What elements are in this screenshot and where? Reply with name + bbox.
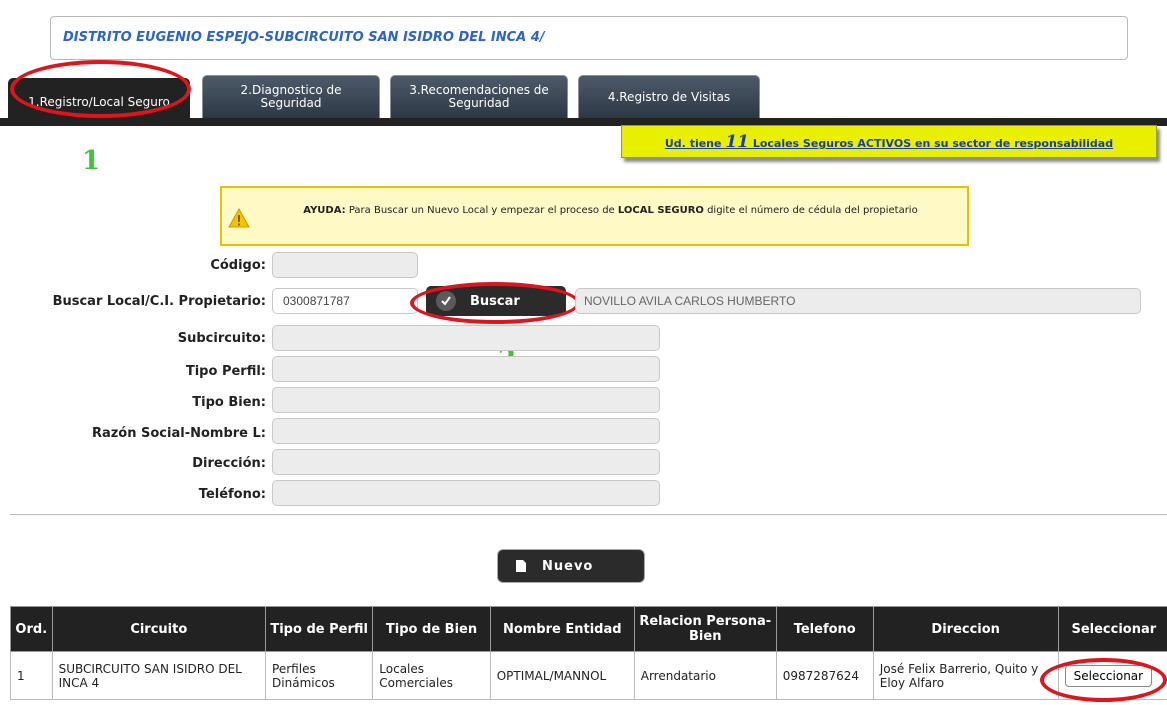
col-seleccionar: Seleccionar [1057, 606, 1167, 652]
direccion-field[interactable] [272, 449, 660, 475]
district-title: DISTRITO EUGENIO ESPEJO-SUBCIRCUITO SAN … [63, 30, 545, 45]
col-telefono: Telefono [775, 606, 874, 652]
tipo-bien-label: Tipo Bien: [192, 395, 266, 410]
step-marker-1: 1 [82, 146, 101, 176]
razon-social-label: Razón Social-Nombre L: [91, 426, 266, 441]
cell-telefono: 0987287624 [775, 651, 874, 700]
tipo-bien-field[interactable] [272, 387, 660, 413]
col-ord: Ord. [10, 606, 53, 652]
col-direccion: Direccion [872, 606, 1059, 652]
table-header-row: Ord. Circuito Tipo de Perfil Tipo de Bie… [10, 606, 1167, 652]
tab-label: 1.Registro/Local Seguro [28, 95, 170, 109]
table-row: 1 SUBCIRCUITO SAN ISIDRO DEL INCA 4 Perf… [10, 651, 1167, 700]
cedula-input[interactable]: 0300871787 [272, 288, 418, 314]
cell-relacion: Arrendatario [633, 651, 777, 700]
owner-name-field: NOVILLO AVILA CARLOS HUMBERTO [575, 288, 1141, 314]
cell-ord: 1 [10, 651, 53, 700]
subcircuito-label: Subcircuito: [177, 331, 266, 346]
active-locals-link[interactable]: Ud. tiene 11 Locales Seguros ACTIVOS en … [622, 132, 1156, 152]
help-text: AYUDA: Para Buscar un Nuevo Local y empe… [303, 205, 918, 216]
col-tipo-perfil: Tipo de Perfil [265, 606, 374, 652]
locals-table: Ord. Circuito Tipo de Perfil Tipo de Bie… [10, 606, 1167, 700]
col-tipo-bien: Tipo de Bien [372, 606, 491, 652]
buscar-label: Buscar Local/C.I. Propietario: [52, 294, 266, 309]
tab-label: 2.Diagnostico de Seguridad [240, 83, 342, 110]
seleccionar-button[interactable]: Seleccionar [1064, 664, 1153, 687]
col-circuito: Circuito [51, 606, 267, 652]
buscar-label-text: Buscar [470, 293, 520, 309]
cell-direccion: José Felix Barrerio, Quito y Eloy Alfaro [872, 651, 1059, 700]
active-count: 11 [725, 132, 749, 152]
tab-recomendaciones-seguridad[interactable]: 3.Recomendaciones de Seguridad [390, 75, 568, 118]
check-icon [436, 291, 456, 311]
tab-label: 4.Registro de Visitas [607, 89, 731, 104]
cell-tipo-perfil: Perfiles Dinámicos [265, 651, 374, 700]
subcircuito-field[interactable] [272, 325, 660, 351]
tipo-perfil-field[interactable] [272, 356, 660, 382]
document-icon [516, 560, 526, 572]
col-nombre-entidad: Nombre Entidad [489, 606, 635, 652]
razon-social-field[interactable] [272, 418, 660, 444]
warning-icon [228, 208, 250, 228]
codigo-label: Código: [210, 258, 266, 273]
tab-diagnostico-seguridad[interactable]: 2.Diagnostico de Seguridad [202, 75, 380, 118]
direccion-label: Dirección: [192, 456, 266, 471]
cell-tipo-bien: Locales Comerciales [372, 651, 491, 700]
tab-registro-visitas[interactable]: 4.Registro de Visitas [578, 75, 760, 118]
telefono-label: Teléfono: [198, 487, 266, 502]
cell-seleccionar: Seleccionar [1057, 651, 1167, 700]
cell-nombre-entidad: OPTIMAL/MANNOL [489, 651, 635, 700]
buscar-button[interactable]: Buscar [426, 286, 566, 316]
col-relacion: Relacion Persona-Bien [633, 606, 777, 652]
tipo-perfil-label: Tipo Perfil: [185, 364, 266, 379]
nuevo-button[interactable]: Nuevo [497, 549, 645, 583]
tab-label: 3.Recomendaciones de Seguridad [409, 83, 549, 110]
district-header: DISTRITO EUGENIO ESPEJO-SUBCIRCUITO SAN … [50, 16, 1128, 60]
help-box: AYUDA: Para Buscar un Nuevo Local y empe… [220, 186, 969, 246]
active-locals-notice[interactable]: Ud. tiene 11 Locales Seguros ACTIVOS en … [621, 125, 1157, 158]
cell-circuito: SUBCIRCUITO SAN ISIDRO DEL INCA 4 [51, 651, 267, 700]
telefono-field[interactable] [272, 480, 660, 506]
divider [10, 514, 1167, 515]
nuevo-label: Nuevo [542, 558, 594, 574]
codigo-field[interactable] [272, 252, 418, 278]
